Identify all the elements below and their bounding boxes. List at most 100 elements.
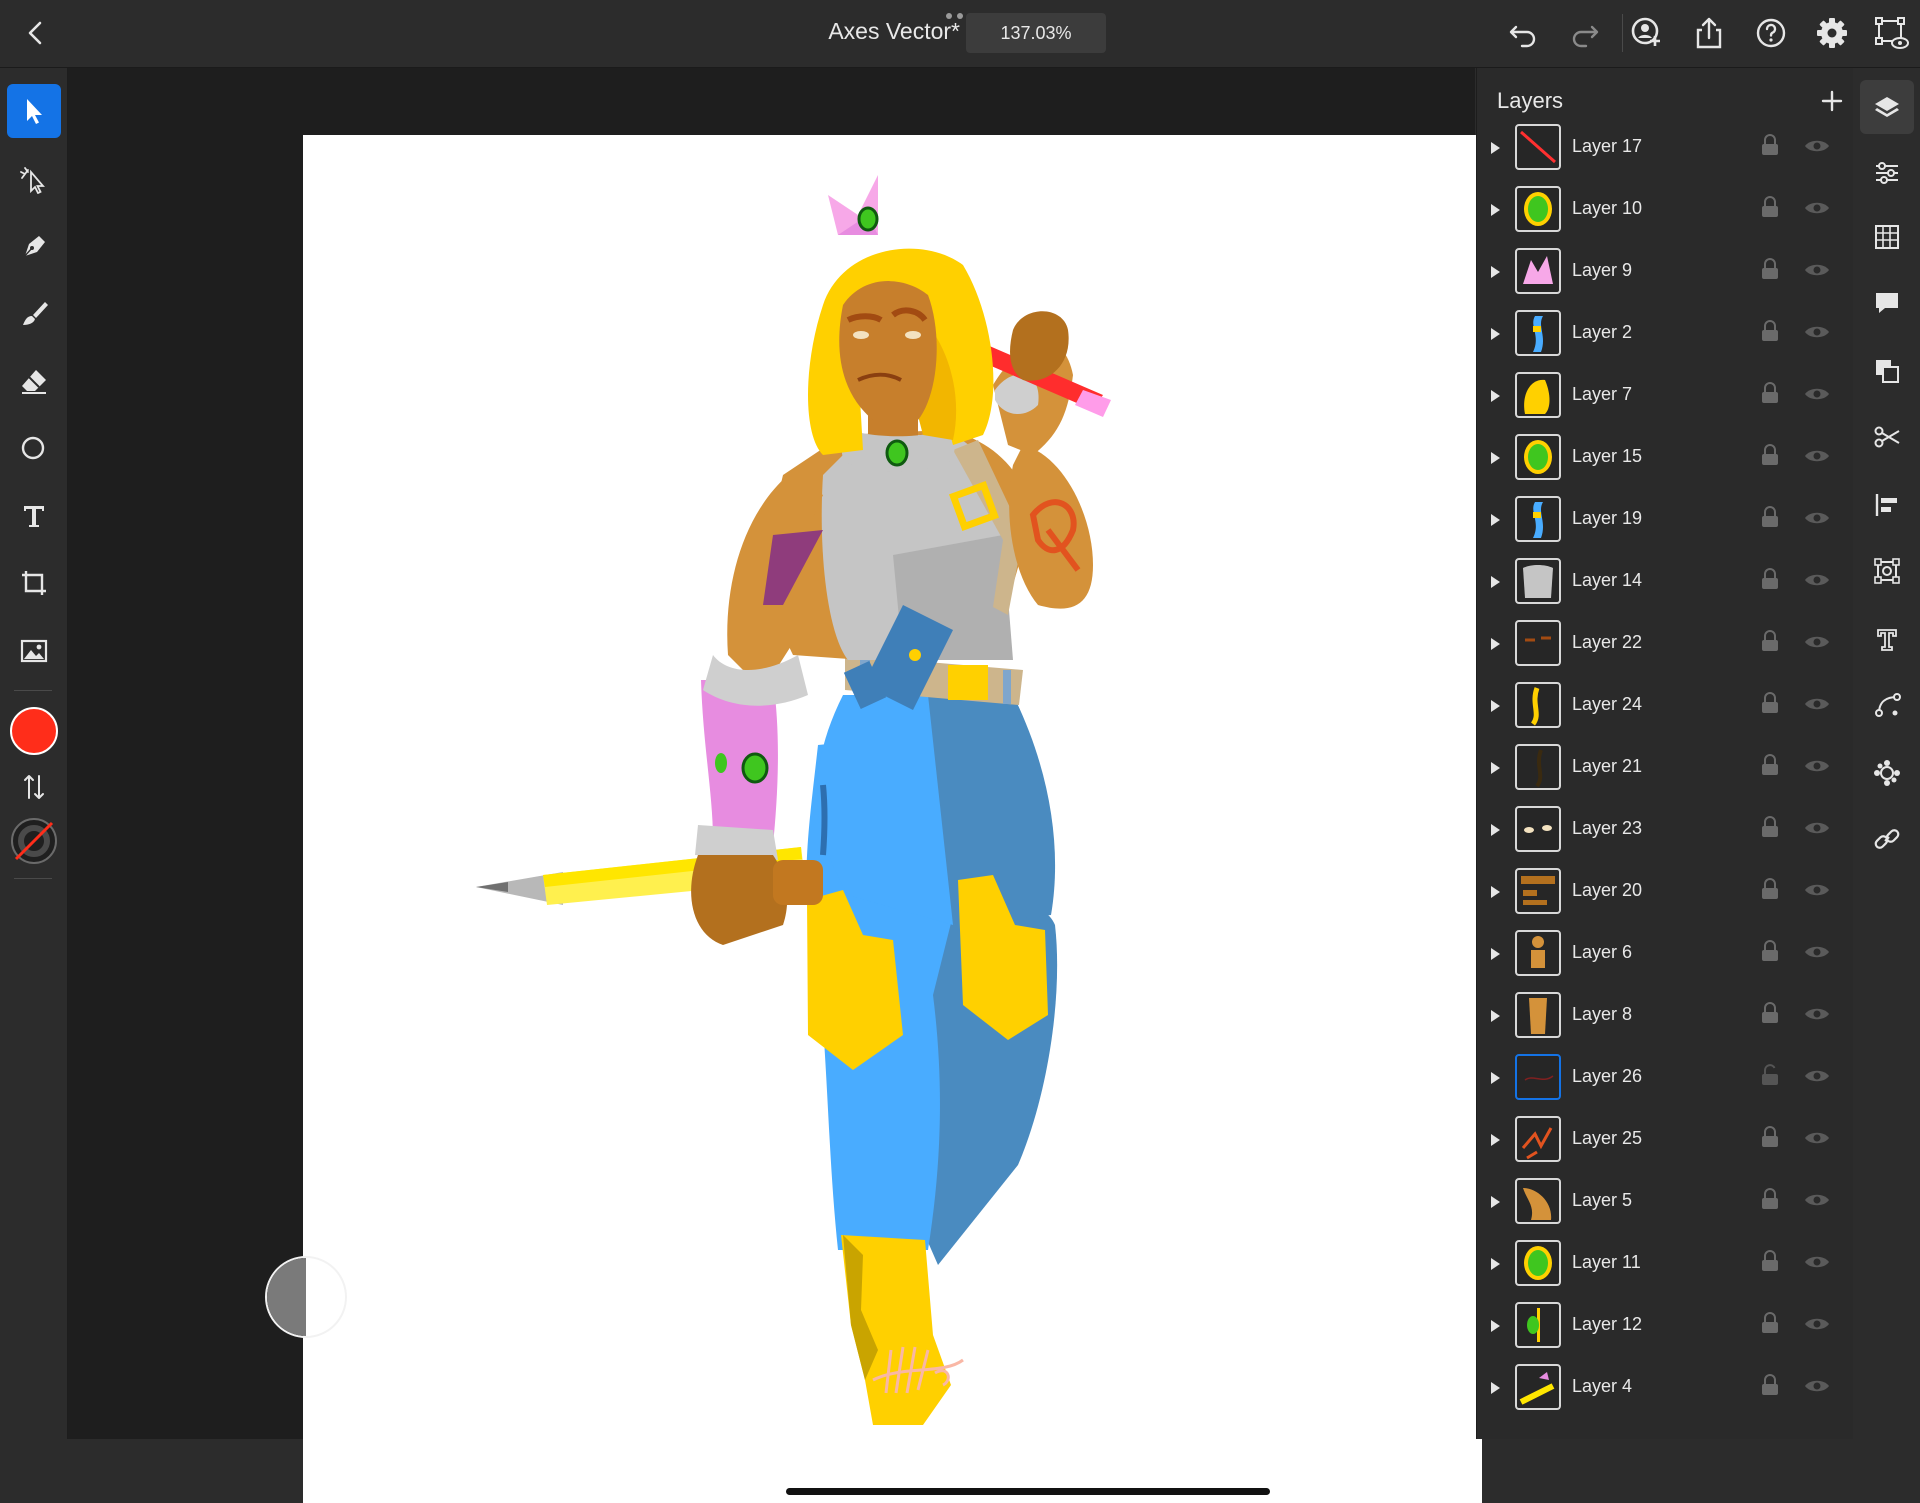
visibility-eye-icon[interactable] xyxy=(1803,448,1831,464)
layer-row[interactable]: Layer 15 xyxy=(1477,428,1853,490)
arrange-button[interactable] xyxy=(1860,344,1914,398)
visibility-eye-icon[interactable] xyxy=(1803,1068,1831,1084)
layer-row[interactable]: Layer 14 xyxy=(1477,552,1853,614)
layer-row[interactable]: Layer 12 xyxy=(1477,1296,1853,1358)
canvas-area[interactable] xyxy=(68,68,1482,1503)
properties-button[interactable] xyxy=(1860,146,1914,200)
layers-panel-button[interactable] xyxy=(1860,80,1914,134)
layer-row[interactable]: Layer 23 xyxy=(1477,800,1853,862)
lock-icon[interactable] xyxy=(1760,630,1780,652)
layer-thumbnail[interactable] xyxy=(1515,434,1561,480)
lock-icon[interactable] xyxy=(1760,816,1780,838)
lock-icon[interactable] xyxy=(1760,940,1780,962)
layer-name[interactable]: Layer 11 xyxy=(1572,1252,1641,1273)
settings-button[interactable] xyxy=(1813,14,1851,52)
character-illustration[interactable] xyxy=(303,135,1482,1503)
lock-icon[interactable] xyxy=(1760,134,1780,156)
repeat-grid-button[interactable] xyxy=(1860,544,1914,598)
visibility-eye-icon[interactable] xyxy=(1803,820,1831,836)
lock-icon[interactable] xyxy=(1760,382,1780,404)
transform-tool[interactable] xyxy=(7,556,61,610)
share-button[interactable] xyxy=(1690,14,1728,52)
swap-colors-button[interactable] xyxy=(7,760,61,814)
lock-icon[interactable] xyxy=(1760,196,1780,218)
expand-arrow-icon[interactable] xyxy=(1491,948,1500,960)
expand-arrow-icon[interactable] xyxy=(1491,328,1500,340)
visibility-eye-icon[interactable] xyxy=(1803,634,1831,650)
expand-arrow-icon[interactable] xyxy=(1491,1010,1500,1022)
expand-arrow-icon[interactable] xyxy=(1491,1258,1500,1270)
visibility-eye-icon[interactable] xyxy=(1803,386,1831,402)
expand-arrow-icon[interactable] xyxy=(1491,514,1500,526)
lock-icon[interactable] xyxy=(1760,1250,1780,1272)
expand-arrow-icon[interactable] xyxy=(1491,390,1500,402)
expand-arrow-icon[interactable] xyxy=(1491,1382,1500,1394)
expand-arrow-icon[interactable] xyxy=(1491,204,1500,216)
layer-thumbnail[interactable] xyxy=(1515,930,1561,976)
document-title[interactable]: Axes Vector* xyxy=(760,18,960,45)
layer-name[interactable]: Layer 14 xyxy=(1572,570,1642,591)
layer-name[interactable]: Layer 12 xyxy=(1572,1314,1642,1335)
visibility-eye-icon[interactable] xyxy=(1803,758,1831,774)
expand-arrow-icon[interactable] xyxy=(1491,576,1500,588)
redo-button[interactable] xyxy=(1566,14,1604,52)
visibility-eye-icon[interactable] xyxy=(1803,1006,1831,1022)
layer-name[interactable]: Layer 20 xyxy=(1572,880,1642,901)
layer-row[interactable]: Layer 5 xyxy=(1477,1172,1853,1234)
layer-row[interactable]: Layer 8 xyxy=(1477,986,1853,1048)
layer-name[interactable]: Layer 2 xyxy=(1572,322,1632,343)
layer-thumbnail[interactable] xyxy=(1515,744,1561,790)
eraser-tool[interactable] xyxy=(7,354,61,408)
layer-row[interactable]: Layer 26 xyxy=(1477,1048,1853,1110)
visibility-eye-icon[interactable] xyxy=(1803,572,1831,588)
lock-icon[interactable] xyxy=(1760,1002,1780,1024)
transform-preview-button[interactable] xyxy=(1872,14,1910,52)
layer-thumbnail[interactable] xyxy=(1515,1302,1561,1348)
layer-row[interactable]: Layer 19 xyxy=(1477,490,1853,552)
comments-button[interactable] xyxy=(1860,276,1914,330)
lock-icon[interactable] xyxy=(1760,320,1780,342)
stroke-color-swatch[interactable] xyxy=(7,814,61,868)
lock-icon[interactable] xyxy=(1760,444,1780,466)
layer-thumbnail[interactable] xyxy=(1515,496,1561,542)
visibility-eye-icon[interactable] xyxy=(1803,696,1831,712)
path-button[interactable] xyxy=(1860,678,1914,732)
visibility-eye-icon[interactable] xyxy=(1803,262,1831,278)
align-button[interactable] xyxy=(1860,478,1914,532)
layer-name[interactable]: Layer 5 xyxy=(1572,1190,1632,1211)
layer-row[interactable]: Layer 20 xyxy=(1477,862,1853,924)
layer-row[interactable]: Layer 24 xyxy=(1477,676,1853,738)
scissors-button[interactable] xyxy=(1860,410,1914,464)
expand-arrow-icon[interactable] xyxy=(1491,1320,1500,1332)
visibility-eye-icon[interactable] xyxy=(1803,944,1831,960)
layer-row[interactable]: Layer 10 xyxy=(1477,180,1853,242)
layer-row[interactable]: Layer 2 xyxy=(1477,304,1853,366)
expand-arrow-icon[interactable] xyxy=(1491,1072,1500,1084)
expand-arrow-icon[interactable] xyxy=(1491,762,1500,774)
artboard[interactable] xyxy=(303,135,1482,1503)
zoom-level[interactable]: 137.03% xyxy=(966,13,1106,53)
layer-thumbnail[interactable] xyxy=(1515,310,1561,356)
layer-row[interactable]: Layer 22 xyxy=(1477,614,1853,676)
layer-thumbnail[interactable] xyxy=(1515,682,1561,728)
lock-icon[interactable] xyxy=(1760,692,1780,714)
visibility-eye-icon[interactable] xyxy=(1803,1254,1831,1270)
expand-arrow-icon[interactable] xyxy=(1491,700,1500,712)
expand-arrow-icon[interactable] xyxy=(1491,452,1500,464)
image-tool[interactable] xyxy=(7,624,61,678)
glyph-button[interactable] xyxy=(1860,746,1914,800)
expand-arrow-icon[interactable] xyxy=(1491,824,1500,836)
layer-row[interactable]: Layer 7 xyxy=(1477,366,1853,428)
layer-thumbnail[interactable] xyxy=(1515,1054,1561,1100)
layer-thumbnail[interactable] xyxy=(1515,1116,1561,1162)
link-button[interactable] xyxy=(1860,812,1914,866)
lock-icon[interactable] xyxy=(1760,754,1780,776)
brush-tool[interactable] xyxy=(7,287,61,341)
visibility-eye-icon[interactable] xyxy=(1803,1378,1831,1394)
layer-name[interactable]: Layer 10 xyxy=(1572,198,1642,219)
expand-arrow-icon[interactable] xyxy=(1491,1196,1500,1208)
layer-thumbnail[interactable] xyxy=(1515,806,1561,852)
layer-name[interactable]: Layer 24 xyxy=(1572,694,1642,715)
lock-icon[interactable] xyxy=(1760,1312,1780,1334)
layer-thumbnail[interactable] xyxy=(1515,1178,1561,1224)
